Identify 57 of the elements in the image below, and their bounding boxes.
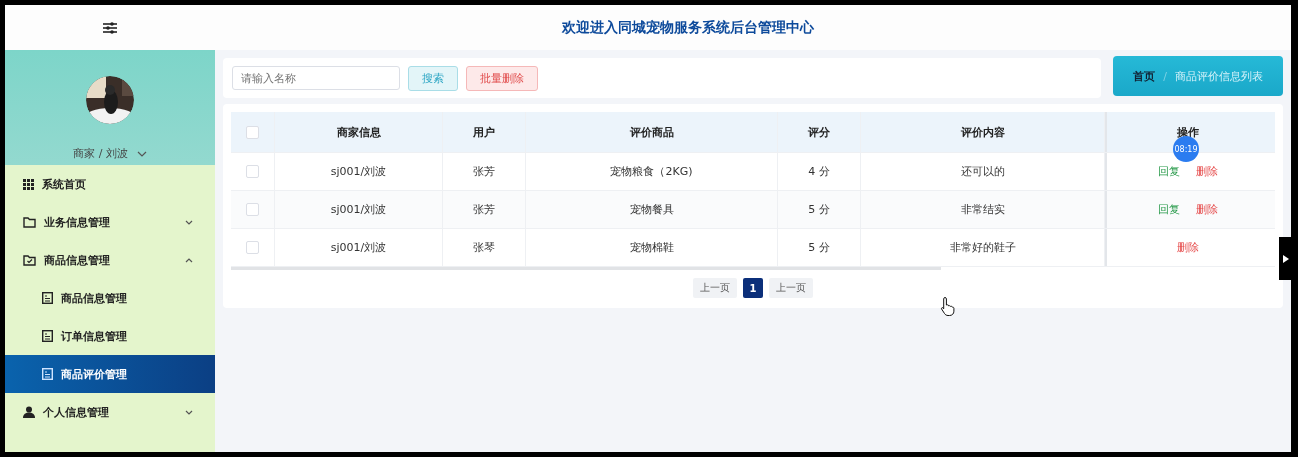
checkbox[interactable] bbox=[246, 125, 259, 139]
checkbox[interactable] bbox=[246, 165, 259, 178]
delete-link[interactable]: 删除 bbox=[1176, 240, 1199, 255]
reply-link[interactable]: 回复 bbox=[1157, 202, 1180, 217]
table-cell: 宠物餐具 bbox=[526, 191, 778, 228]
folder-icon bbox=[23, 216, 36, 228]
menu-item[interactable]: 系统首页 bbox=[5, 165, 215, 203]
table-cell: 5 分 bbox=[778, 229, 861, 266]
grid-icon bbox=[23, 178, 34, 190]
breadcrumb-link[interactable]: 首页 bbox=[1133, 68, 1156, 84]
table-cell: 宠物粮食（2KG) bbox=[526, 153, 778, 190]
delete-link[interactable]: 删除 bbox=[1195, 164, 1218, 179]
delete-link[interactable]: 删除 bbox=[1195, 202, 1218, 217]
batch-delete-button[interactable]: 批量删除 bbox=[466, 65, 538, 91]
document-icon bbox=[42, 292, 53, 304]
menu-item[interactable]: 业务信息管理 bbox=[5, 203, 215, 241]
settings-icon[interactable] bbox=[103, 21, 117, 34]
reply-link[interactable]: 回复 bbox=[1157, 164, 1180, 179]
search-field[interactable]: 请输入名称 bbox=[232, 66, 400, 90]
table-cell: sj001/刘波 bbox=[275, 229, 443, 266]
column-header: 评分 bbox=[778, 112, 861, 152]
breadcrumb-separator: / bbox=[1163, 69, 1167, 83]
column-header: 商家信息 bbox=[275, 112, 443, 152]
table-cell: 张琴 bbox=[443, 229, 526, 266]
user-icon bbox=[23, 406, 35, 418]
table-cell: sj001/刘波 bbox=[275, 191, 443, 228]
expand-tab[interactable] bbox=[1279, 237, 1291, 280]
table-cell: 4 分 bbox=[778, 153, 861, 190]
page-nav-button[interactable]: 上一页 bbox=[769, 278, 814, 298]
checkbox[interactable] bbox=[246, 203, 259, 216]
table-cell: sj001/刘波 bbox=[275, 153, 443, 190]
page-title: 欢迎进入同城宠物服务系统后台管理中心 bbox=[561, 18, 815, 37]
column-header: 评价内容 bbox=[861, 112, 1105, 152]
user-menu[interactable]: 商家 / 刘波 bbox=[73, 146, 147, 161]
document-icon bbox=[42, 368, 53, 380]
menu-item[interactable]: 商品评价管理 bbox=[5, 355, 215, 393]
table-cell: 张芳 bbox=[443, 153, 526, 190]
menu-item[interactable]: 个人信息管理 bbox=[5, 393, 215, 431]
table-cell: 宠物棉鞋 bbox=[526, 229, 778, 266]
page-button[interactable]: 1 bbox=[742, 278, 764, 298]
column-header: 用户 bbox=[443, 112, 526, 152]
table-cell: 还可以的 bbox=[861, 153, 1105, 190]
menu-item[interactable]: 商品信息管理 bbox=[5, 279, 215, 317]
checkbox[interactable] bbox=[246, 241, 259, 254]
page-nav-button[interactable]: 上一页 bbox=[692, 278, 737, 298]
table-cell: 5 分 bbox=[778, 191, 861, 228]
table-cell: 张芳 bbox=[443, 191, 526, 228]
document-icon bbox=[42, 330, 53, 342]
breadcrumb-current: 商品评价信息列表 bbox=[1174, 68, 1263, 84]
triangle-right-icon bbox=[1283, 254, 1289, 263]
chevron-down-icon bbox=[136, 150, 147, 157]
menu-item[interactable]: 订单信息管理 bbox=[5, 317, 215, 355]
menu-item[interactable]: 商品信息管理 bbox=[5, 241, 215, 279]
column-header: 评价商品 bbox=[526, 112, 778, 152]
table-cell: 非常好的鞋子 bbox=[861, 229, 1105, 266]
folder-icon bbox=[23, 254, 36, 266]
table-cell: 非常结实 bbox=[861, 191, 1105, 228]
